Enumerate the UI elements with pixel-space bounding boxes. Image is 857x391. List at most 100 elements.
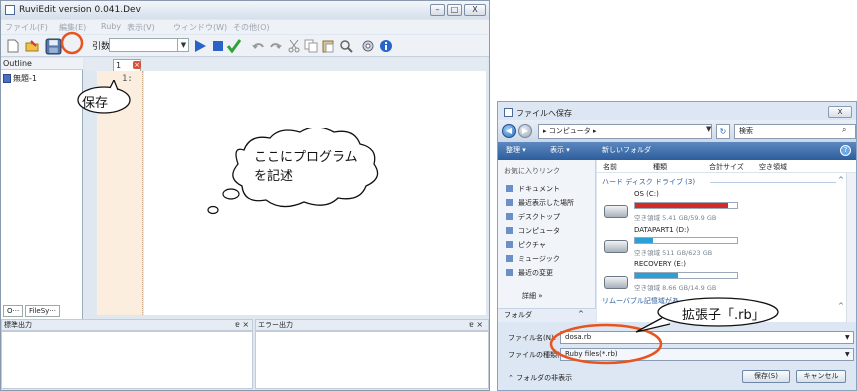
window-title: RuviEdit version 0.041.Dev	[19, 5, 141, 15]
nav-recent-places[interactable]: 最近表示した場所	[506, 198, 574, 208]
group-divider	[710, 182, 836, 183]
column-type[interactable]: 種類	[653, 162, 667, 172]
program-callout-line2: を記述	[254, 169, 294, 184]
column-free-space[interactable]: 空き領域	[759, 162, 787, 172]
stderr-header: エラー出力	[255, 319, 489, 331]
cancel-button[interactable]: キャンセル	[796, 370, 846, 383]
forward-icon[interactable]: ▶	[518, 124, 532, 138]
dialog-title: ファイルへ保存	[516, 109, 572, 118]
music-icon	[506, 255, 513, 262]
more-link[interactable]: 詳細 »	[522, 291, 543, 301]
drive-icon	[604, 205, 628, 218]
recent-changes-icon	[506, 269, 513, 276]
extension-callout-text: 拡張子「.rb」	[682, 308, 765, 323]
close-button[interactable]: X	[464, 4, 486, 16]
tab-filesystem[interactable]: FileSy···	[25, 305, 60, 317]
command-bar: 整理 ▾ 表示 ▾ 新しいフォルダ	[498, 142, 856, 160]
undo-icon[interactable]	[251, 39, 265, 53]
recent-places-icon	[506, 199, 513, 206]
close-button[interactable]: X	[828, 106, 852, 118]
menu-window[interactable]: ウィンドウ(W)	[173, 22, 227, 33]
run-icon[interactable]	[193, 39, 207, 53]
organize-menu[interactable]: 整理 ▾	[506, 145, 526, 155]
pictures-icon	[506, 241, 513, 248]
drive-free-space: 空き領域 5.41 GB/59.9 GB	[634, 214, 717, 222]
cut-icon[interactable]	[287, 39, 301, 53]
nav-music[interactable]: ミュージック	[506, 254, 560, 264]
chevron-down-icon[interactable]: ▼	[177, 38, 189, 52]
nav-pictures[interactable]: ピクチャ	[506, 240, 546, 250]
menu-other[interactable]: その他(O)	[233, 22, 270, 33]
help-icon[interactable]: ?	[840, 145, 851, 156]
desktop-icon	[506, 213, 513, 220]
redo-icon[interactable]	[269, 39, 283, 53]
paste-icon[interactable]	[321, 39, 335, 53]
drive-usage-bar	[634, 202, 738, 209]
drive-icon	[604, 240, 628, 253]
refresh-icon[interactable]: ↻	[716, 124, 730, 139]
settings-icon[interactable]	[361, 39, 375, 53]
drive-free-space: 空き領域 8.66 GB/14.9 GB	[634, 284, 717, 292]
stop-icon[interactable]	[211, 39, 225, 53]
new-folder-button[interactable]: 新しいフォルダ	[602, 145, 651, 155]
stdout-header: 標準出力	[1, 319, 253, 331]
chevron-up-icon[interactable]: ^	[838, 176, 844, 184]
hide-folders-toggle[interactable]: ⌃ フォルダの非表示	[508, 373, 572, 383]
nav-documents[interactable]: ドキュメント	[506, 184, 560, 194]
menu-view[interactable]: 表示(V)	[127, 22, 155, 33]
info-icon[interactable]	[379, 39, 393, 53]
nav-computer[interactable]: コンピュータ	[506, 226, 560, 236]
drive-free-space: 空き領域 511 GB/623 GB	[634, 249, 713, 257]
save-button[interactable]: 保存(S)	[742, 370, 790, 383]
drive-usage-bar	[634, 237, 738, 244]
documents-icon	[506, 185, 513, 192]
nav-desktop[interactable]: デスクトップ	[506, 212, 560, 222]
program-callout-line1: ここにプログラム	[254, 150, 358, 165]
address-bar[interactable]: ▸ コンピュータ ▸	[538, 124, 712, 139]
chevron-up-icon[interactable]: ^	[838, 302, 844, 310]
drive-icon	[604, 276, 628, 289]
copy-icon[interactable]	[304, 39, 318, 53]
column-header: 名前 種類 合計サイズ 空き領域	[597, 160, 856, 173]
stdout-pane[interactable]	[1, 331, 253, 389]
chevron-down-icon[interactable]: ▼	[845, 334, 850, 341]
drive-usage-fill	[635, 203, 728, 208]
app-icon	[5, 5, 15, 15]
column-name[interactable]: 名前	[603, 162, 617, 172]
computer-icon	[506, 227, 513, 234]
view-menu[interactable]: 表示 ▾	[550, 145, 570, 155]
check-icon[interactable]	[227, 39, 241, 53]
chevron-down-icon[interactable]: ▼	[845, 351, 850, 358]
chevron-down-icon[interactable]: ▼	[706, 125, 711, 133]
outline-item[interactable]: 無題-1	[13, 73, 37, 84]
close-tab-icon[interactable]: ×	[133, 61, 141, 69]
menu-ruby[interactable]: Ruby	[101, 22, 121, 31]
nav-recent-changes[interactable]: 最近の変更	[506, 268, 553, 278]
minimize-button[interactable]: –	[430, 4, 445, 16]
drive-name: RECOVERY (E:)	[634, 260, 686, 268]
editor-tab-bar	[85, 58, 487, 71]
search-icon[interactable]: ⌕	[842, 125, 846, 135]
editor-tab-label: 1	[116, 61, 122, 70]
search-input[interactable]: 検索	[734, 124, 856, 139]
new-file-icon[interactable]	[6, 39, 20, 53]
find-icon[interactable]	[339, 39, 353, 53]
maximize-button[interactable]: □	[447, 4, 462, 16]
tab-outline[interactable]: O···	[3, 305, 24, 317]
stdout-pane-controls[interactable]: ɐ ×	[235, 320, 249, 329]
hide-folders-label: フォルダの非表示	[516, 374, 573, 382]
chevron-up-icon[interactable]: ^	[578, 310, 584, 318]
chevron-up-icon: ⌃	[508, 374, 514, 382]
drive-usage-bar	[634, 272, 738, 279]
drive-name: OS (C:)	[634, 190, 659, 198]
save-highlight-circle	[60, 31, 84, 55]
scrollbar[interactable]	[846, 173, 856, 322]
drive-usage-fill	[635, 273, 678, 278]
back-icon[interactable]: ◀	[502, 124, 516, 138]
column-total-size[interactable]: 合計サイズ	[709, 162, 744, 172]
program-thought-cloud	[207, 128, 379, 215]
stderr-pane-controls[interactable]: ɐ ×	[469, 320, 483, 329]
stderr-pane[interactable]	[255, 331, 489, 389]
hdd-group-header[interactable]: ハード ディスク ドライブ (3)	[602, 177, 695, 187]
drive-name: DATAPART1 (D:)	[634, 226, 690, 234]
